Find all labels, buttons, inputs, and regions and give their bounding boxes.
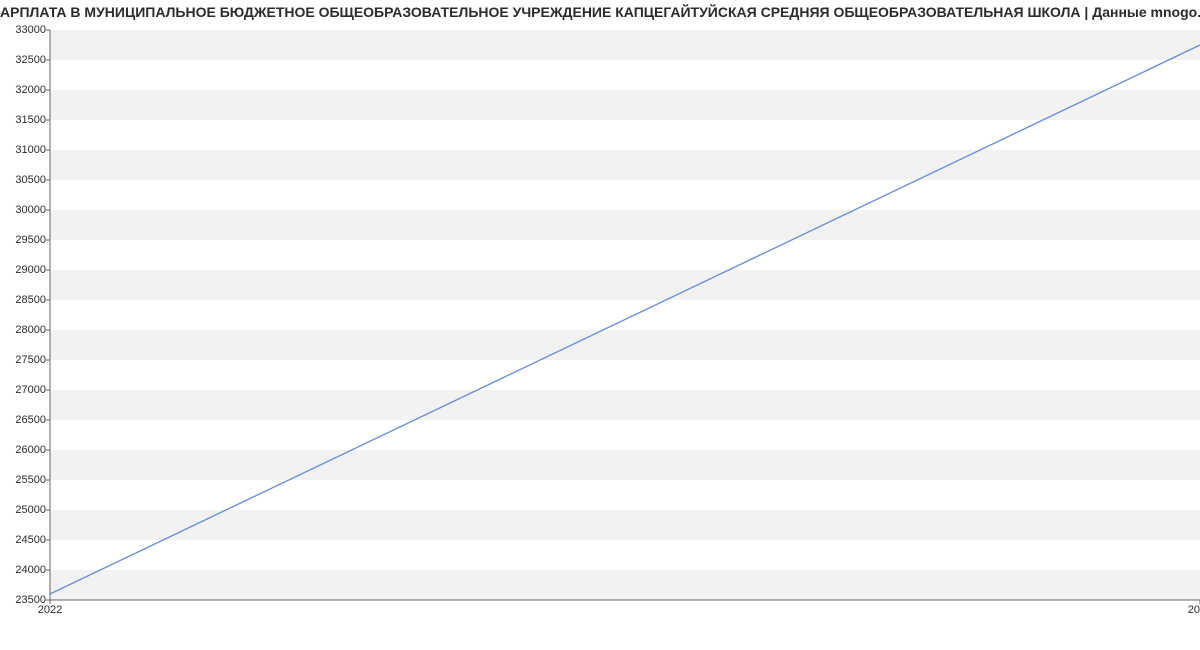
y-tick-label: 26500 <box>2 414 46 426</box>
grid-band <box>50 570 1200 600</box>
grid-band <box>50 210 1200 240</box>
y-tick-label: 24500 <box>2 534 46 546</box>
y-tick-label: 28500 <box>2 294 46 306</box>
y-tick-label: 29000 <box>2 264 46 276</box>
y-tick-label: 31500 <box>2 114 46 126</box>
y-tick-label: 26000 <box>2 444 46 456</box>
y-tick-label: 27000 <box>2 384 46 396</box>
grid-band <box>50 510 1200 540</box>
y-tick-label: 32000 <box>2 84 46 96</box>
y-tick-label: 28000 <box>2 324 46 336</box>
grid-band <box>50 450 1200 480</box>
grid-band <box>50 150 1200 180</box>
y-tick-label: 30500 <box>2 174 46 186</box>
chart-title: АРПЛАТА В МУНИЦИПАЛЬНОЕ БЮДЖЕТНОЕ ОБЩЕОБ… <box>0 4 1200 20</box>
grid-band <box>50 90 1200 120</box>
chart-svg <box>50 30 1200 600</box>
grid-band <box>50 30 1200 60</box>
y-tick-label: 25500 <box>2 474 46 486</box>
grid-band <box>50 390 1200 420</box>
y-tick-label: 25000 <box>2 504 46 516</box>
grid-band <box>50 330 1200 360</box>
y-tick-label: 32500 <box>2 54 46 66</box>
x-tick-label: 2024 <box>1188 604 1200 616</box>
x-tick-label: 2022 <box>38 604 62 616</box>
y-tick-label: 29500 <box>2 234 46 246</box>
grid-band <box>50 270 1200 300</box>
y-tick-label: 31000 <box>2 144 46 156</box>
y-tick-label: 24000 <box>2 564 46 576</box>
y-tick-label: 30000 <box>2 204 46 216</box>
chart-plot-area <box>50 30 1200 600</box>
y-tick-label: 33000 <box>2 24 46 36</box>
y-tick-label: 27500 <box>2 354 46 366</box>
